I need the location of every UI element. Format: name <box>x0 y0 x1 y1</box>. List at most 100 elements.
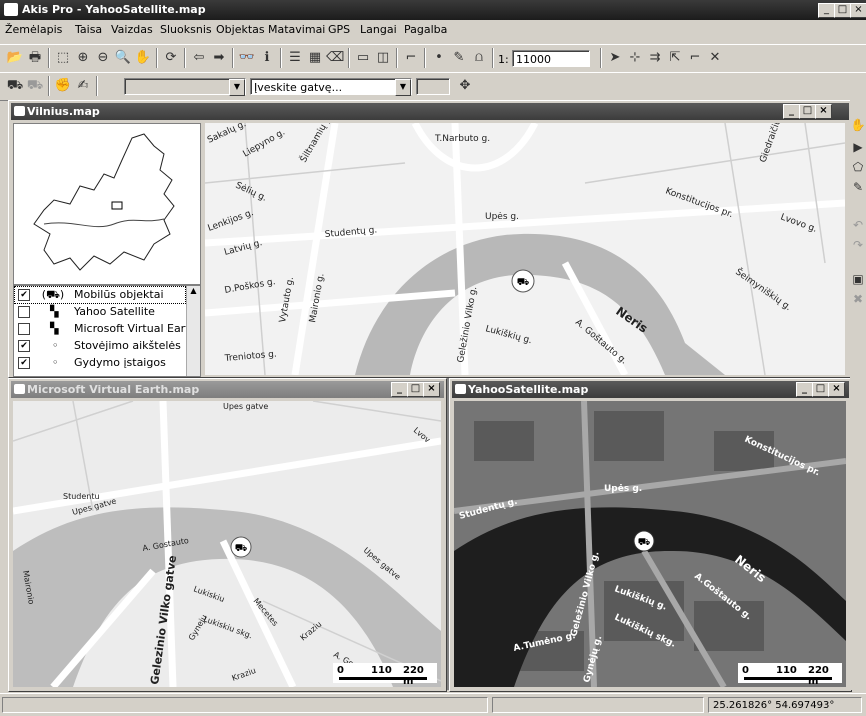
select-arrow-icon[interactable]: ➤ <box>606 49 624 67</box>
zoom-fit-icon[interactable]: 🔍 <box>114 49 132 67</box>
open-icon[interactable]: 📂 <box>6 49 24 67</box>
street-map-virtual-earth[interactable]: ⛟ Upes gatve Lvov Studentu Upes gatve A.… <box>13 401 441 687</box>
menu-vaizdas[interactable]: Vaizdas <box>111 23 153 36</box>
close-button[interactable]: × <box>828 382 845 397</box>
map-label: Liepyno g. <box>242 128 287 160</box>
street-map-vilnius[interactable]: ⛟ T.Narbuto g. Sakalų g. Liepyno g. Šilt… <box>205 123 845 375</box>
eraser-icon[interactable]: ⌫ <box>326 49 344 67</box>
scale-input[interactable]: 11000 <box>512 50 590 67</box>
window-vilnius[interactable]: Vilnius.map _ □ × ✔ (⛟) Mobilūs objektai ▚… <box>8 100 852 378</box>
point-icon[interactable]: • <box>430 49 448 67</box>
gps-track-icon[interactable]: ⛟ <box>6 77 24 95</box>
draw-icon[interactable]: ✍ <box>74 77 92 95</box>
delete-x-icon[interactable]: ✕ <box>706 49 724 67</box>
menu-bar: Žemėlapis Taisa Vaizdas Sluoksnis Objekt… <box>0 20 866 40</box>
menu-taisa[interactable]: Taisa <box>75 23 102 36</box>
map-label: Vytauto g. <box>278 276 296 323</box>
window-title-virtual-earth: Microsoft Virtual Earth.map _ □ × <box>11 381 444 398</box>
chart-icon[interactable]: ⩍ <box>470 49 488 67</box>
layer-select[interactable]: ▼ <box>124 78 246 96</box>
extra-select[interactable] <box>416 78 450 95</box>
svg-text:⛟: ⛟ <box>235 543 248 554</box>
minimize-button[interactable]: _ <box>818 3 835 18</box>
map-label: Upės g. <box>604 484 642 494</box>
find-binoculars-icon[interactable]: 👓 <box>238 49 256 67</box>
refresh-icon[interactable]: ⟳ <box>162 49 180 67</box>
menu-zemelapis[interactable]: Žemėlapis <box>5 23 62 36</box>
city-outline <box>33 133 175 271</box>
pointer-icon[interactable]: ▶ <box>850 140 866 158</box>
legend-checkbox[interactable] <box>18 323 30 335</box>
chevron-down-icon[interactable]: ▼ <box>395 79 411 96</box>
forward-arrow-icon[interactable]: ➡ <box>210 49 228 67</box>
delete-icon[interactable]: ✖ <box>850 292 866 310</box>
select-region-icon[interactable]: ⬚ <box>54 49 72 67</box>
minimize-button[interactable]: _ <box>796 382 813 397</box>
back-arrow-icon[interactable]: ⇦ <box>190 49 208 67</box>
redo-icon[interactable]: ↷ <box>850 238 866 256</box>
maximize-button[interactable]: □ <box>799 104 816 119</box>
zoom-out-icon[interactable]: ⊖ <box>94 49 112 67</box>
grab-icon[interactable]: ✊ <box>54 77 72 95</box>
zoom-in-icon[interactable]: ⊕ <box>74 49 92 67</box>
minimize-button[interactable]: _ <box>783 104 800 119</box>
info-icon[interactable]: ℹ <box>258 49 276 67</box>
window-virtual-earth[interactable]: Microsoft Virtual Earth.map _ □ × ⛟ Upes… <box>8 378 447 692</box>
menu-sluoksnis[interactable]: Sluoksnis <box>160 23 212 36</box>
save-icon[interactable]: ▣ <box>850 272 866 290</box>
gps-stop-icon[interactable]: ⛟ <box>26 77 44 95</box>
menu-objektas[interactable]: Objektas <box>216 23 265 36</box>
status-panel <box>492 697 704 713</box>
status-coordinates: 25.261826° 54.697493° <box>708 697 862 713</box>
line-edit-icon[interactable]: ✎ <box>450 49 468 67</box>
window-title-vilnius: Vilnius.map _ □ × <box>11 103 849 120</box>
map-label: Lukiskiu <box>192 584 225 604</box>
add-point-icon[interactable]: ⊹ <box>626 49 644 67</box>
map-window-icon <box>14 384 25 394</box>
menu-gps[interactable]: GPS <box>328 23 350 36</box>
pan-hand-icon[interactable]: ✋ <box>134 49 152 67</box>
raster-icon: ▚ <box>50 322 59 335</box>
undo-icon[interactable]: ↶ <box>850 218 866 236</box>
table-icon[interactable]: ▦ <box>306 49 324 67</box>
legend-checkbox[interactable]: ✔ <box>18 340 30 352</box>
grab-icon[interactable]: ✋ <box>850 118 866 136</box>
menu-matavimai[interactable]: Matavimai <box>268 23 325 36</box>
legend-checkbox[interactable]: ✔ <box>18 357 30 369</box>
close-button[interactable]: × <box>423 382 440 397</box>
legend-checkbox[interactable]: ✔ <box>18 289 30 301</box>
window-yahoo-satellite[interactable]: YahooSatellite.map _ □ × ⛟ Konstitucijos… <box>449 378 852 692</box>
route-icon[interactable]: ⌐ <box>402 49 420 67</box>
close-button[interactable]: × <box>850 3 866 18</box>
polyline-icon[interactable]: ⌐ <box>686 49 704 67</box>
close-button[interactable]: × <box>815 104 832 119</box>
menu-langai[interactable]: Langai <box>360 23 397 36</box>
scale-bar: 0 110 220 m <box>738 663 842 687</box>
legend-checkbox[interactable] <box>18 306 30 318</box>
street-input[interactable]: Įveskite gatvę... ▼ <box>250 78 412 96</box>
window-title-yahoo-satellite: YahooSatellite.map _ □ × <box>452 381 849 398</box>
layers-icon[interactable]: ☰ <box>286 49 304 67</box>
polygon-icon[interactable]: ⬠ <box>850 160 866 178</box>
map-label: Upės g. <box>485 212 519 222</box>
ruler-icon[interactable]: ▭ <box>354 49 372 67</box>
move-point-icon[interactable]: ⇉ <box>646 49 664 67</box>
overview-map[interactable] <box>13 123 201 285</box>
minimize-button[interactable]: _ <box>391 382 408 397</box>
edit-icon[interactable]: ✎ <box>850 180 866 198</box>
maximize-button[interactable]: □ <box>407 382 424 397</box>
center-crosshair-icon[interactable]: ✥ <box>456 77 474 95</box>
chevron-down-icon[interactable]: ▼ <box>229 79 245 96</box>
layer-legend: ✔ (⛟) Mobilūs objektai ▚ Yahoo Satellite ▚ M… <box>13 285 201 377</box>
print-icon[interactable]: 🖶 <box>26 49 44 67</box>
map-label: Lvovo g. <box>779 212 818 234</box>
maximize-button[interactable]: □ <box>812 382 829 397</box>
satellite-map-yahoo[interactable]: ⛟ Konstitucijos pr. Upės g. Studentų g. … <box>454 401 846 687</box>
maximize-button[interactable]: □ <box>834 3 851 18</box>
menu-pagalba[interactable]: Pagalba <box>404 23 447 36</box>
map-label: Giedraičių g. <box>757 123 787 164</box>
legend-scrollbar[interactable]: ▲ <box>186 286 200 376</box>
map-label: Upes gatve <box>223 402 268 411</box>
measure-area-icon[interactable]: ◫ <box>374 49 392 67</box>
vertex-select-icon[interactable]: ⇱ <box>666 49 684 67</box>
